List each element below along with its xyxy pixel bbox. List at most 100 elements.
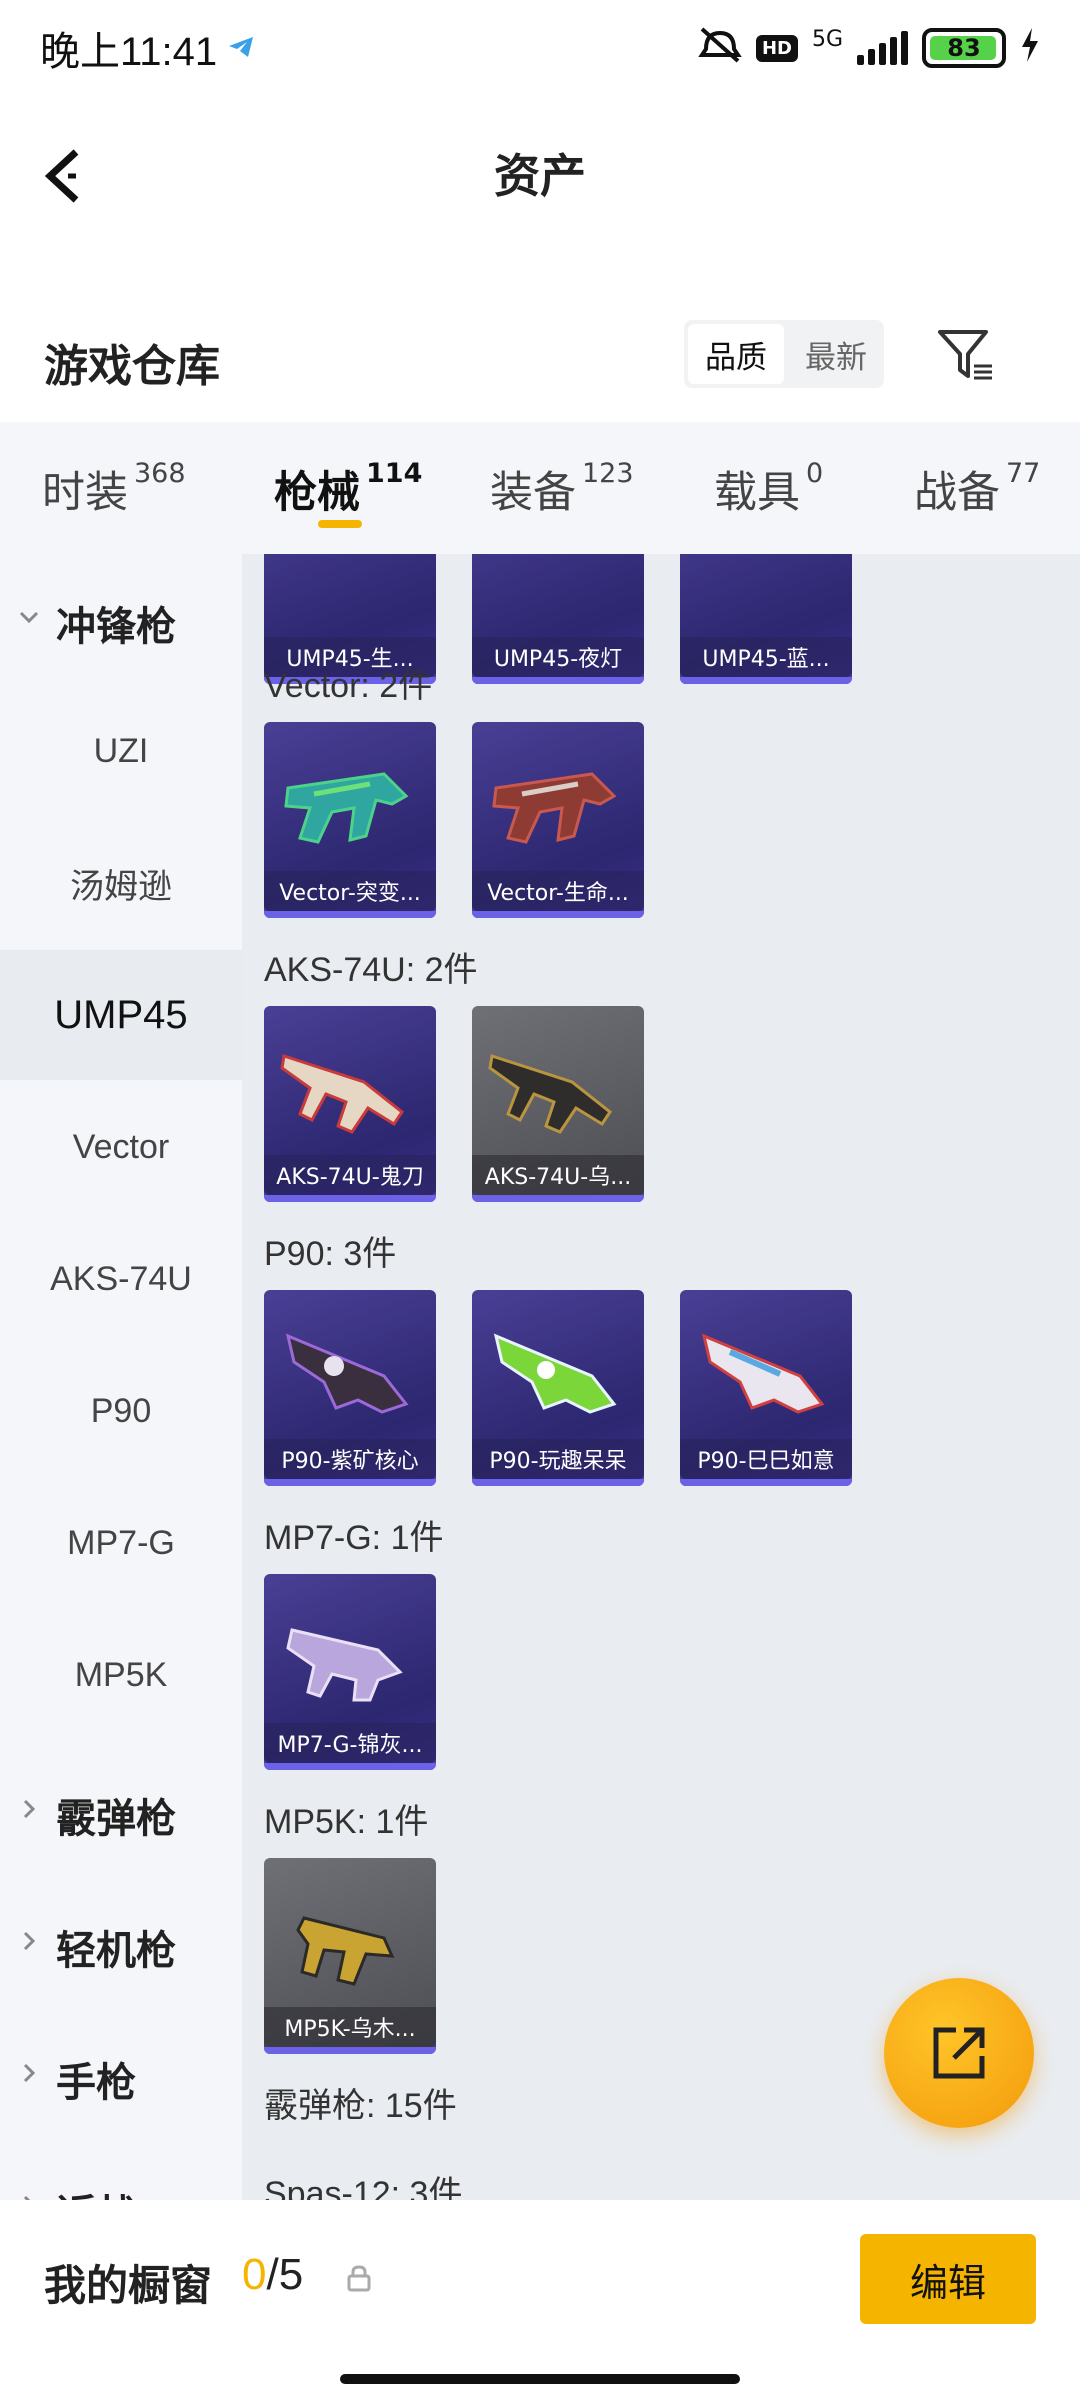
sidebar-group-shotgun[interactable]: 霰弹枪 [0,1786,242,1846]
warehouse-bar: 游戏仓库 品质 最新 [0,320,1080,420]
filter-icon [938,330,992,380]
item-name: MP5K-乌木... [264,2007,436,2047]
category-tabs: 时装 368 枪械 114 装备 123 载具 0 战备 77 [0,422,1080,554]
item-name: P90-玩趣呆呆 [472,1439,644,1479]
filter-button[interactable] [936,326,994,384]
gun-image-icon [493,1333,617,1414]
tab-label: 战备 [914,468,1000,518]
item-card[interactable]: P90-紫矿核心 [264,1290,436,1486]
sidebar-item-vector[interactable]: Vector [0,1082,242,1212]
item-name: AKS-74U-乌... [472,1155,644,1195]
sidebar-group-label: 手枪 [56,2060,136,2106]
sidebar-item-uzi[interactable]: UZI [0,686,242,816]
item-name: P90-紫矿核心 [264,1439,436,1479]
active-tab-indicator [318,520,362,528]
section-title: MP5K: 1件 [264,1803,429,1841]
section-title: 霰弹枪: 15件 [264,2087,457,2125]
sidebar-group-lmg[interactable]: 轻机枪 [0,1918,242,1978]
gun-image-icon [280,1054,405,1134]
gun-image-icon [488,1054,613,1134]
sidebar-item-thompson[interactable]: 汤姆逊 [0,818,242,948]
item-card[interactable]: AKS-74U-乌... [472,1006,644,1202]
hd-badge: HD [755,34,798,62]
tab-label: 装备 [490,468,576,518]
item-name: MP7-G-锦灰... [264,1723,436,1763]
item-name: AKS-74U-鬼刀 [264,1155,436,1195]
item-name: P90-巳巳如意 [680,1439,852,1479]
tab-count: 77 [1006,458,1041,489]
item-card[interactable]: P90-玩趣呆呆 [472,1290,644,1486]
item-name: UMP45-夜灯 [472,637,644,677]
section-title: Spas-12: 3件 [264,2175,463,2200]
tab-equipment[interactable]: 装备 123 [490,458,634,520]
edit-button[interactable]: 编辑 [860,2234,1036,2324]
status-time: 晚上11:41 [40,30,218,74]
charging-icon [1020,27,1040,69]
tab-count: 0 [806,458,824,489]
tab-label: 时装 [42,468,128,518]
showcase-current: 0 [242,2250,267,2299]
tab-guns[interactable]: 枪械 114 [274,458,422,520]
tab-count: 114 [366,458,423,489]
battery-level: 83 [947,34,981,62]
item-grid: UMP45-生... UMP45-夜灯 UMP45-蓝... Vector: 2… [242,554,1080,2200]
tab-vehicles[interactable]: 载具 0 [714,458,823,520]
tab-count: 123 [582,458,634,489]
sidebar-group-pistol[interactable]: 手枪 [0,2050,242,2110]
battery-icon: 83 [922,28,1006,68]
item-card[interactable]: Vector-生命... [472,722,644,918]
showcase-separator: / [266,2250,279,2299]
page-title: 资产 [494,149,586,203]
sidebar-item-aks74u[interactable]: AKS-74U [0,1214,242,1344]
sidebar-group-smg[interactable]: 冲锋枪 [0,594,242,654]
sidebar-group-label: 霰弹枪 [56,1796,176,1842]
item-card[interactable]: UMP45-夜灯 [472,554,644,684]
gun-image-icon [284,772,409,844]
tab-supplies[interactable]: 战备 77 [914,458,1040,520]
telegram-icon [227,26,255,70]
showcase-title: 我的橱窗 [44,2261,213,2310]
page-header: 资产 [0,120,1080,220]
item-name: UMP45-蓝... [680,637,852,677]
home-indicator[interactable] [340,2374,740,2384]
mute-icon [698,25,742,72]
sidebar-item-ump45[interactable]: UMP45 [0,950,242,1080]
item-card[interactable]: MP7-G-锦灰... [264,1574,436,1770]
showcase-bar: 我的橱窗 0/5 编辑 [0,2200,1080,2400]
sort-toggle: 品质 最新 [684,320,884,388]
sort-newest-button[interactable]: 最新 [788,320,884,388]
gun-image-icon [492,772,617,844]
tab-count: 368 [134,458,186,489]
gun-image-icon [286,1628,403,1702]
sidebar-item-mp5k[interactable]: MP5K [0,1610,242,1740]
tab-fashion[interactable]: 时装 368 [42,458,186,520]
share-button[interactable] [884,1978,1034,2128]
item-card[interactable]: P90-巳巳如意 [680,1290,852,1486]
item-card[interactable]: Vector-突变... [264,722,436,918]
sidebar-group-label: 冲锋枪 [56,604,176,650]
sidebar-group-melee[interactable]: 近战 [0,2182,242,2200]
status-bar: 晚上11:41 HD 5G 83 [0,0,1080,96]
sidebar-item-mp7g[interactable]: MP7-G [0,1478,242,1608]
tab-label: 载具 [714,468,800,518]
section-title: MP7-G: 1件 [264,1519,444,1557]
item-card[interactable]: MP5K-乌木... [264,1858,436,2054]
chevron-right-icon [23,1931,36,1951]
chevron-down-icon [19,611,39,624]
section-title: AKS-74U: 2件 [264,951,478,989]
tab-label: 枪械 [274,468,360,518]
sort-quality-button[interactable]: 品质 [688,324,784,384]
item-card[interactable]: UMP45-蓝... [680,554,852,684]
warehouse-title: 游戏仓库 [44,341,220,392]
section-title: Vector: 2件 [264,667,433,705]
sidebar-item-p90[interactable]: P90 [0,1346,242,1476]
sidebar-group-label: 轻机枪 [56,1928,176,1974]
lock-icon [347,2265,371,2292]
section-title: P90: 3件 [264,1235,397,1273]
share-external-icon [933,2027,985,2079]
gun-image-icon [701,1333,825,1414]
showcase-count: 0/5 [242,2250,303,2300]
sidebar: 冲锋枪 UZI 汤姆逊 UMP45 Vector AKS-74U P90 MP7… [0,554,242,2200]
item-name: Vector-生命... [472,871,644,911]
item-card[interactable]: AKS-74U-鬼刀 [264,1006,436,1202]
